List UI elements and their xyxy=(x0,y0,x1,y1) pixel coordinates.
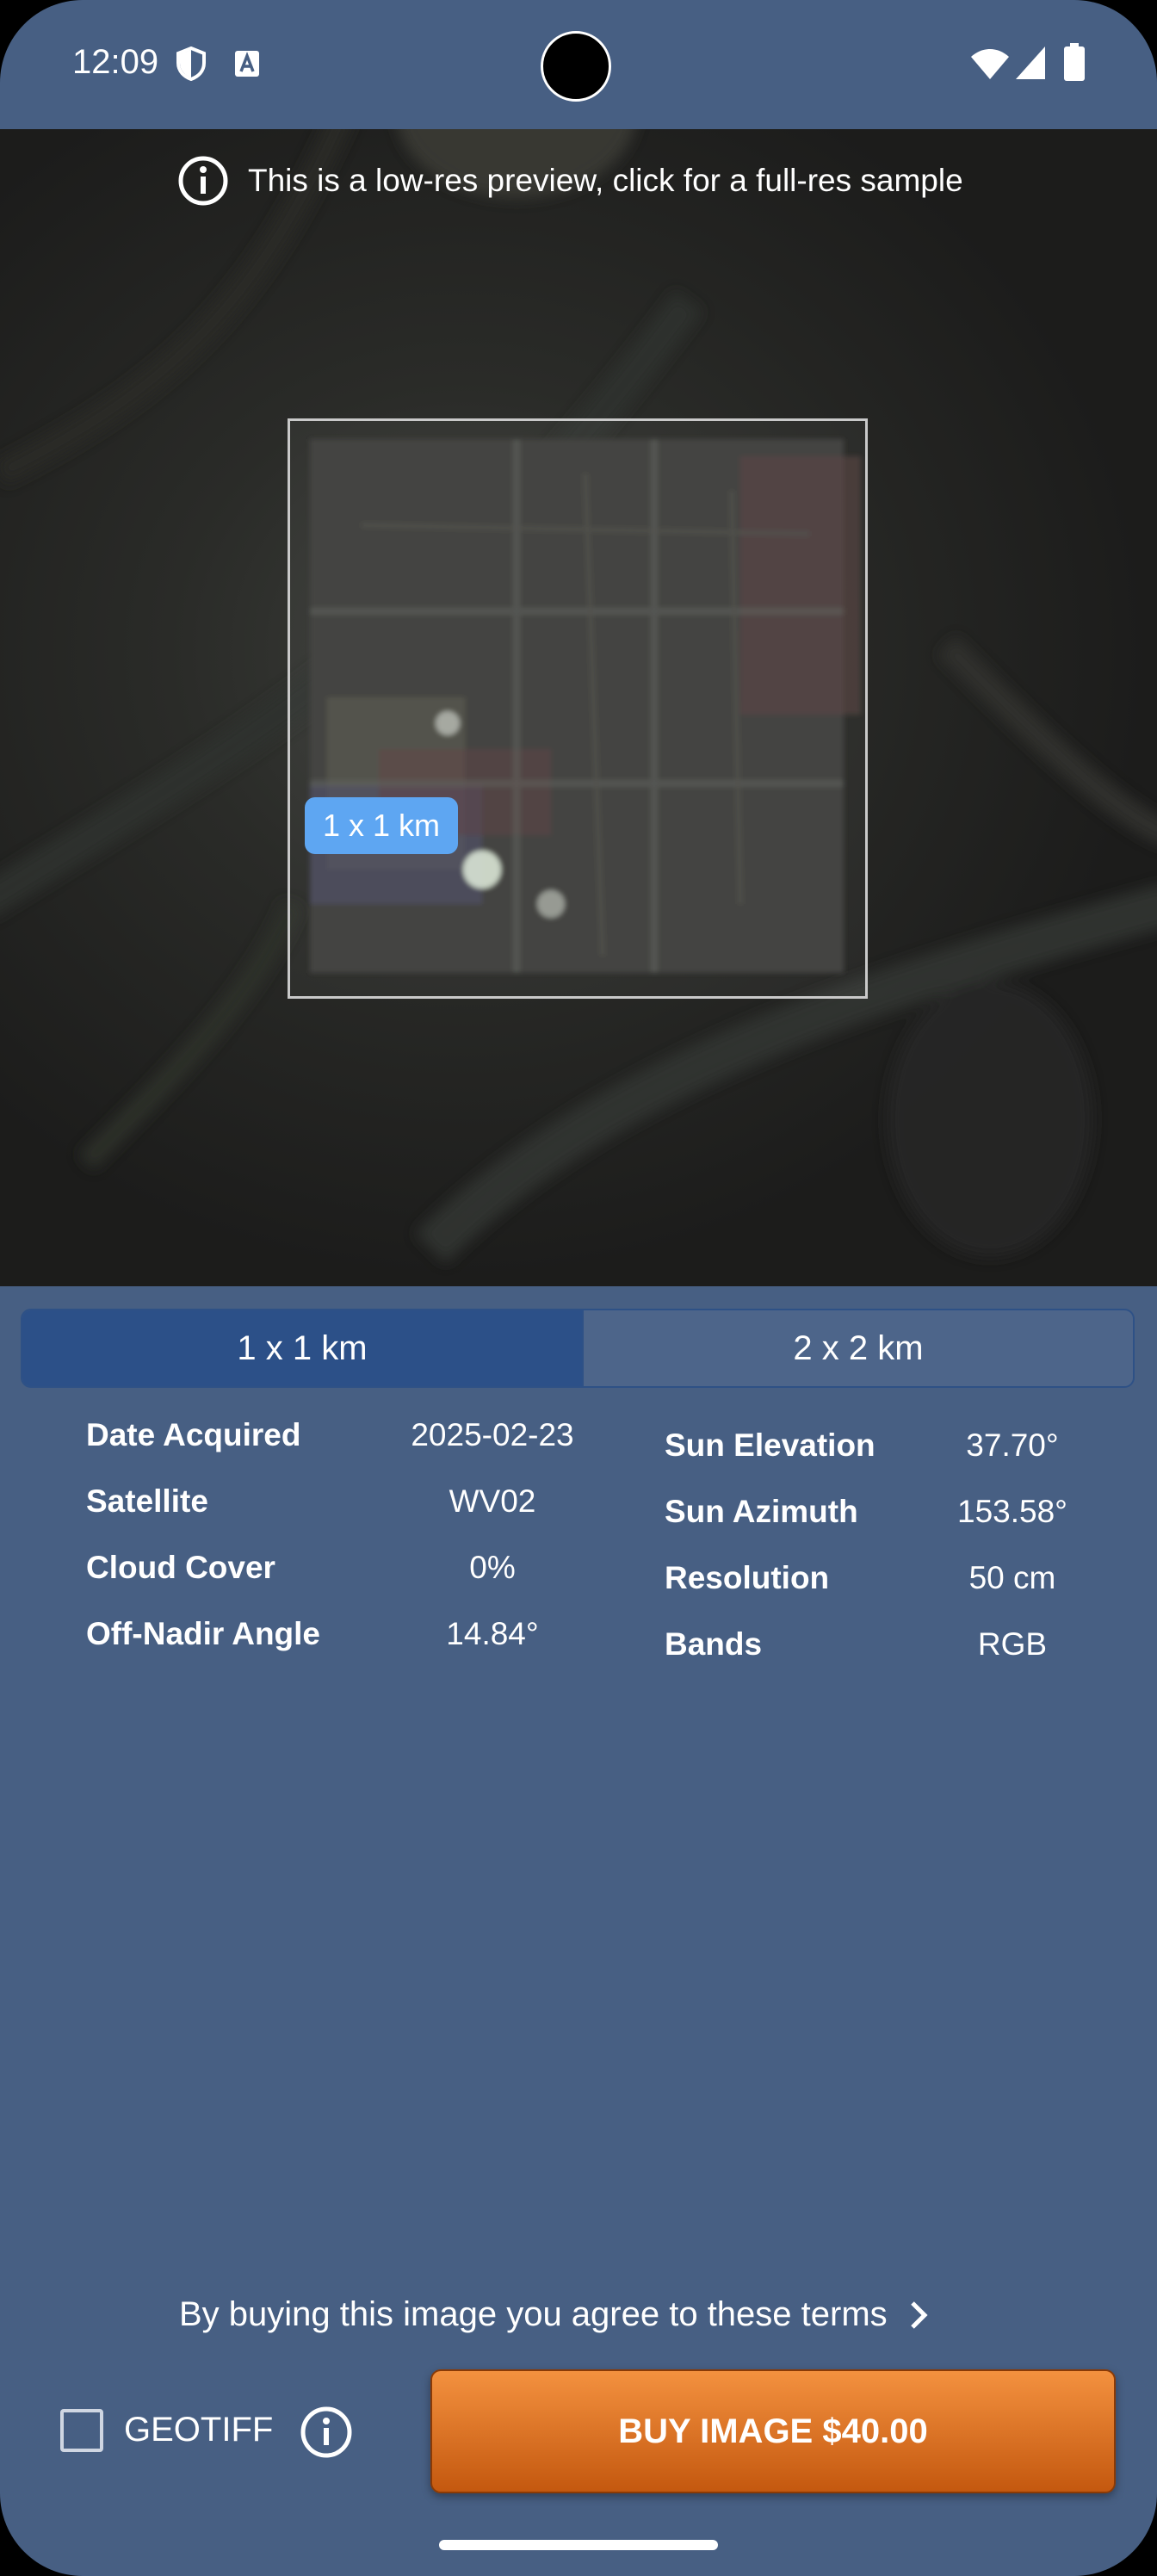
signal-icon xyxy=(1016,46,1045,79)
spec-value-date-acquired: 2025-02-23 xyxy=(411,1417,574,1452)
tab-1x1-km[interactable]: 1 x 1 km xyxy=(22,1310,582,1386)
preview-info-text: This is a low-res preview, click for a f… xyxy=(248,163,963,198)
spec-label-bands: Bands xyxy=(665,1626,763,1662)
info-icon xyxy=(178,156,228,206)
spec-label-off-nadir-angle: Off-Nadir Angle xyxy=(86,1616,321,1651)
spec-value-satellite: WV02 xyxy=(449,1483,536,1519)
spec-value-cloud-cover: 0% xyxy=(469,1550,516,1585)
terms-link[interactable]: By buying this image you agree to these … xyxy=(179,2295,929,2334)
spec-label-sun-azimuth: Sun Azimuth xyxy=(665,1494,858,1529)
terms-text: By buying this image you agree to these … xyxy=(179,2295,888,2333)
spec-value-off-nadir-angle: 14.84° xyxy=(446,1616,539,1651)
preview-info-banner: This is a low-res preview, click for a f… xyxy=(177,155,963,207)
spec-value-resolution: 50 cm xyxy=(968,1560,1056,1595)
area-size-tabs: 1 x 1 km 2 x 2 km xyxy=(21,1309,1135,1388)
spec-label-date-acquired: Date Acquired xyxy=(86,1417,301,1452)
camera-cutout xyxy=(541,31,611,102)
spec-label-satellite: Satellite xyxy=(86,1483,208,1519)
geotiff-label: GEOTIFF xyxy=(124,2411,274,2449)
home-indicator[interactable] xyxy=(439,2540,718,2550)
a-notification-icon xyxy=(235,51,259,77)
app-screen: 12:09 This is a low-res preview, click f… xyxy=(0,0,1157,2576)
geotiff-checkbox[interactable] xyxy=(60,2409,103,2452)
geotiff-info-icon[interactable] xyxy=(300,2406,353,2459)
spec-value-bands: RGB xyxy=(977,1626,1048,1662)
battery-icon xyxy=(1064,43,1085,81)
wifi-icon xyxy=(971,49,1009,79)
satellite-preview[interactable]: This is a low-res preview, click for a f… xyxy=(0,129,1157,1286)
chevron-right-icon xyxy=(910,2300,928,2329)
spec-label-cloud-cover: Cloud Cover xyxy=(86,1550,275,1585)
status-bar: 12:09 xyxy=(0,0,1157,129)
spec-value-sun-azimuth: 153.58° xyxy=(957,1494,1067,1529)
buy-image-button[interactable]: BUY IMAGE $40.00 xyxy=(430,2369,1116,2493)
tab-2x2-km[interactable]: 2 x 2 km xyxy=(582,1310,1133,1386)
area-size-chip: 1 x 1 km xyxy=(305,797,458,854)
status-time: 12:09 xyxy=(72,43,159,81)
area-selection-box[interactable] xyxy=(288,418,868,999)
spec-value-sun-elevation: 37.70° xyxy=(966,1427,1059,1463)
shield-icon xyxy=(176,46,206,81)
spec-label-resolution: Resolution xyxy=(665,1560,830,1595)
spec-label-sun-elevation: Sun Elevation xyxy=(665,1427,875,1463)
